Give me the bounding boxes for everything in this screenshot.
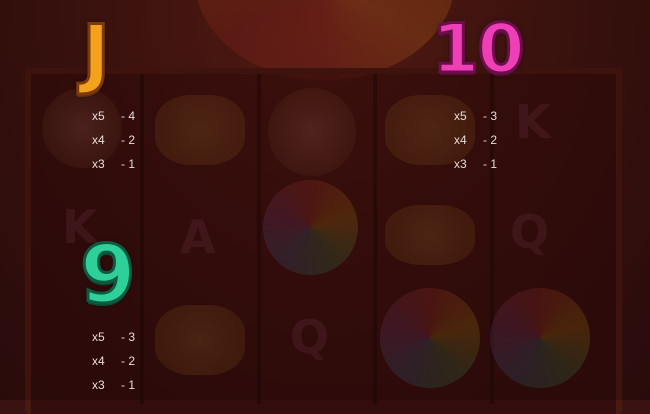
payout-value: - 3: [121, 330, 136, 344]
payout-count: x4: [92, 354, 105, 368]
payout-count: x3: [454, 157, 467, 171]
payout-count: x5: [92, 330, 105, 344]
payout-count: x5: [92, 109, 105, 123]
payout-row: x5 - 4: [92, 104, 135, 128]
payout-row: x3 - 1: [454, 152, 497, 176]
payout-value: - 1: [121, 157, 136, 171]
symbol-9: 9: [79, 227, 138, 323]
payout-count: x4: [454, 133, 467, 147]
paytable-9: x5 - 3 x4 - 2 x3 - 1: [92, 325, 135, 397]
payout-row: x5 - 3: [454, 104, 497, 128]
payout-count: x3: [92, 378, 105, 392]
payout-value: - 2: [483, 133, 498, 147]
payout-row: x3 - 1: [92, 373, 135, 397]
payout-row: x5 - 3: [92, 325, 135, 349]
payout-value: - 1: [483, 157, 498, 171]
payout-row: x4 - 2: [454, 128, 497, 152]
payout-count: x5: [454, 109, 467, 123]
payout-row: x4 - 2: [92, 128, 135, 152]
symbol-j: J: [80, 7, 111, 99]
payout-value: - 4: [121, 109, 136, 123]
payout-count: x4: [92, 133, 105, 147]
paytable-j: x5 - 4 x4 - 2 x3 - 1: [92, 104, 135, 176]
payout-count: x3: [92, 157, 105, 171]
payout-value: - 2: [121, 133, 136, 147]
payout-value: - 1: [121, 378, 136, 392]
paytable-10: x5 - 3 x4 - 2 x3 - 1: [454, 104, 497, 176]
payout-value: - 3: [483, 109, 498, 123]
payout-row: x4 - 2: [92, 349, 135, 373]
payout-row: x3 - 1: [92, 152, 135, 176]
payout-value: - 2: [121, 354, 136, 368]
symbol-10: 10: [431, 9, 527, 91]
